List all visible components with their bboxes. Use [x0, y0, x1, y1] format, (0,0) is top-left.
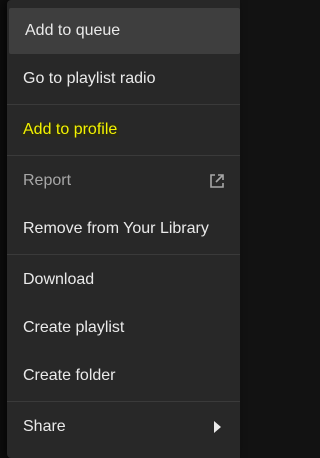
menu-item-download[interactable]: Download — [7, 257, 240, 303]
external-link-icon — [208, 172, 226, 190]
menu-item-label: Add to queue — [25, 22, 121, 39]
menu-divider — [7, 104, 240, 105]
menu-item-label: Go to playlist radio — [23, 70, 156, 87]
menu-item-report[interactable]: Report — [7, 158, 240, 204]
menu-item-label: Download — [23, 271, 95, 288]
menu-divider — [7, 401, 240, 402]
menu-item-label: Report — [23, 172, 72, 189]
context-menu: Add to queue Go to playlist radio Add to… — [7, 0, 240, 458]
menu-item-label: Share — [23, 418, 66, 435]
menu-item-remove-from-library[interactable]: Remove from Your Library — [7, 206, 240, 252]
menu-item-share[interactable]: Share — [7, 404, 240, 450]
menu-item-label: Remove from Your Library — [23, 220, 209, 237]
menu-divider — [7, 155, 240, 156]
menu-item-label: Add to profile — [21, 121, 120, 139]
menu-item-add-to-queue[interactable]: Add to queue — [9, 8, 240, 54]
menu-item-create-playlist[interactable]: Create playlist — [7, 305, 240, 351]
menu-divider — [7, 254, 240, 255]
menu-item-go-to-playlist-radio[interactable]: Go to playlist radio — [7, 56, 240, 102]
menu-item-label: Create folder — [23, 367, 116, 384]
menu-item-create-folder[interactable]: Create folder — [7, 353, 240, 399]
menu-item-label: Create playlist — [23, 319, 125, 336]
menu-item-add-to-profile[interactable]: Add to profile — [7, 107, 240, 153]
chevron-right-icon — [208, 418, 226, 436]
